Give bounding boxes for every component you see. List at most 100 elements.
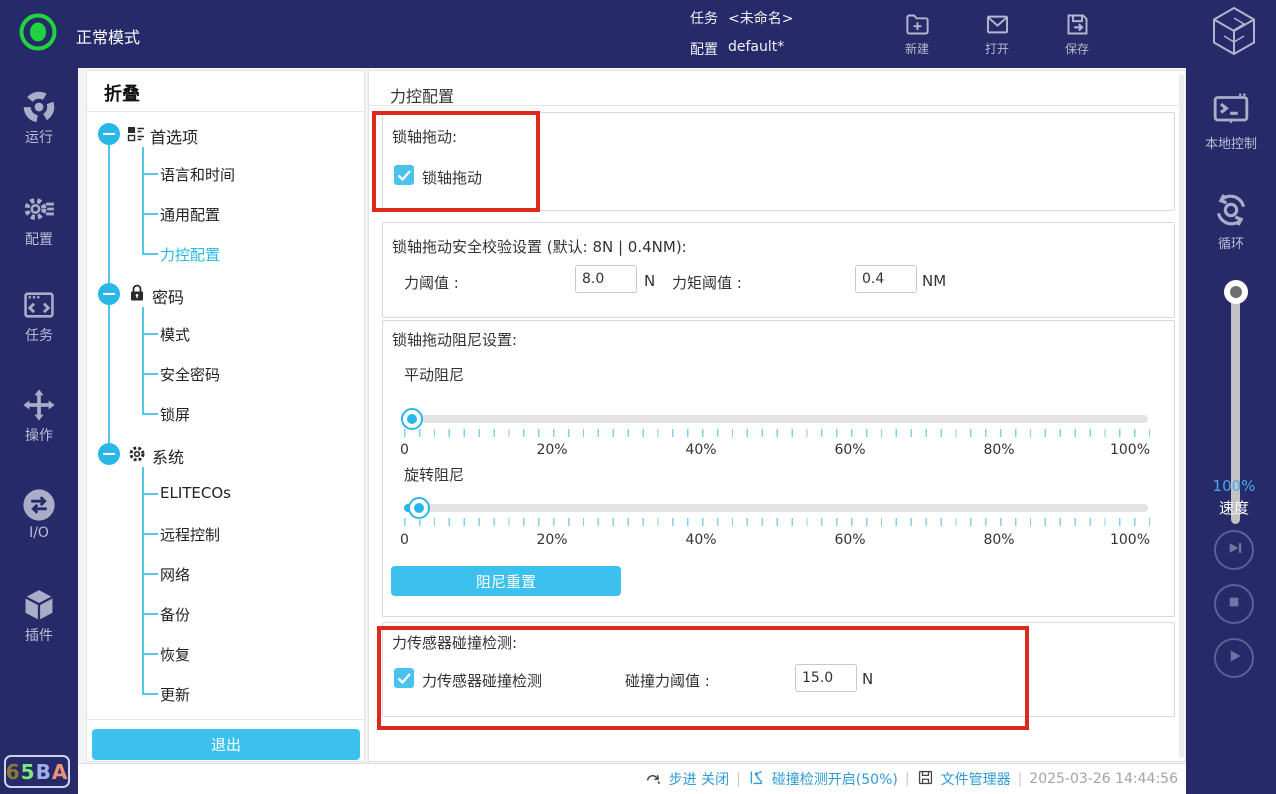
nav-item-label: 插件 [0,625,78,645]
badge-char: A [52,760,68,784]
torque-threshold-input[interactable] [855,265,917,293]
scale-label: 20% [536,532,567,548]
task-row: 任务 <未命名> [690,8,793,28]
scale-label: 100% [1110,442,1150,458]
collision-detect-icon [748,769,765,790]
divider [369,105,1185,106]
new-task-button[interactable]: 新建 [893,11,941,57]
tree-node-restore[interactable]: 恢复 [160,644,190,665]
nav-item-label: 操作 [0,425,78,445]
lock-icon [127,283,147,303]
scale-label: 80% [983,532,1014,548]
nav-item-task[interactable]: 任务 [0,288,78,345]
nav-item-plugin[interactable]: 插件 [0,588,78,645]
tree-toggle-preferences[interactable] [98,123,120,145]
scale-label: 20% [536,442,567,458]
stop-icon [1221,589,1247,619]
move-arrows-icon [0,388,78,422]
scrollbar[interactable] [1179,74,1184,758]
tree-node-backup[interactable]: 备份 [160,604,190,625]
config-value: default* [728,39,784,59]
status-badge: 6 5 B A [4,755,70,788]
scale-label: 100% [1110,532,1150,548]
local-control-label: 本地控制 [1186,133,1276,152]
io-swap-icon [0,488,78,522]
slider-tick-marks [404,518,1150,526]
gear-icon [127,444,147,464]
rotation-damping-label: 旋转阻尼 [404,464,464,485]
force-threshold-unit: N [644,272,655,290]
tree-toggle-password[interactable] [98,283,120,305]
task-label: 任务 [690,8,718,28]
tree-toggle-system[interactable] [98,443,120,465]
badge-char: 6 [6,760,21,784]
run-icon [0,90,78,124]
tree-node-safety-password[interactable]: 安全密码 [160,364,220,385]
clock-timestamp: 2025-03-26 14:44:56 [1029,771,1178,787]
code-window-icon [0,288,78,322]
scale-label: 60% [834,532,865,548]
tree-tick [142,173,158,175]
translation-damping-slider-track[interactable] [404,415,1148,423]
badge-char: 5 [21,760,36,784]
stop-button[interactable] [1214,584,1254,624]
separator: | [905,771,910,787]
tree-node-preferences[interactable]: 首选项 [150,124,198,148]
separator: | [1018,771,1023,787]
step-mode-status[interactable]: 步进 关闭 [669,769,729,789]
tree-tick [142,493,158,495]
scale-label: 60% [834,442,865,458]
slider-tick-marks [404,429,1150,437]
nav-item-operate[interactable]: 操作 [0,388,78,445]
tree-collapse-header[interactable]: 折叠 [104,80,140,106]
tree-tick [142,613,158,615]
collision-detect-status[interactable]: 碰撞检测开启(50%) [772,769,898,789]
force-threshold-input[interactable] [575,265,637,293]
rotation-damping-slider-thumb[interactable] [408,497,430,519]
tree-node-remote-control[interactable]: 远程控制 [160,524,220,545]
exit-button[interactable]: 退出 [92,729,360,760]
tree-tick [142,253,158,255]
save-task-button[interactable]: 保存 [1053,11,1101,57]
step-next-button[interactable] [1214,530,1254,570]
mode-label: 正常模式 [76,24,140,48]
tree-node-language-time[interactable]: 语言和时间 [160,164,235,185]
nav-item-run[interactable]: 运行 [0,90,78,147]
tree-node-elitecos[interactable]: ELITECOs [160,484,231,502]
step-mode-icon [645,769,662,790]
tree-node-network[interactable]: 网络 [160,564,190,585]
play-button[interactable] [1214,638,1254,678]
nav-item-io[interactable]: I/O [0,488,78,541]
task-value: <未命名> [728,8,793,28]
rotation-damping-slider-track[interactable] [404,504,1148,512]
safety-check-title: 锁轴拖动安全校验设置 (默认: 8N | 0.4NM): [392,236,687,257]
local-control-button[interactable]: 本地控制 [1186,90,1276,152]
speed-slider-thumb[interactable] [1224,280,1248,304]
torque-threshold-label: 力矩阈值 : [672,272,742,293]
divider [87,111,364,112]
tree-node-password[interactable]: 密码 [152,284,184,308]
tree-tick [142,413,158,415]
tree-node-general-config[interactable]: 通用配置 [160,204,220,225]
list-icon [126,124,146,144]
damping-reset-button[interactable]: 阻尼重置 [391,566,621,596]
nav-item-label: 运行 [0,127,78,147]
tree-tick [142,653,158,655]
separator: | [736,771,741,787]
open-task-button[interactable]: 打开 [973,11,1021,57]
tree-tick [142,213,158,215]
tree-node-system[interactable]: 系统 [152,444,184,468]
tree-node-update[interactable]: 更新 [160,684,190,705]
scale-label: 0 [400,532,409,548]
loop-button[interactable]: 循环 [1186,190,1276,252]
annotation-box-lock-axis [372,111,540,212]
translation-damping-slider-thumb[interactable] [401,408,423,430]
tree-node-force-control[interactable]: 力控配置 [160,244,220,265]
nav-item-config[interactable]: 配置 [0,192,78,249]
tree-node-lock-screen[interactable]: 锁屏 [160,404,190,425]
tree-node-mode[interactable]: 模式 [160,324,190,345]
damping-title: 锁轴拖动阻尼设置: [392,329,517,350]
file-manager-link[interactable]: 文件管理器 [941,769,1011,789]
file-manager-icon [917,769,934,790]
speed-value: 100% [1189,477,1276,495]
